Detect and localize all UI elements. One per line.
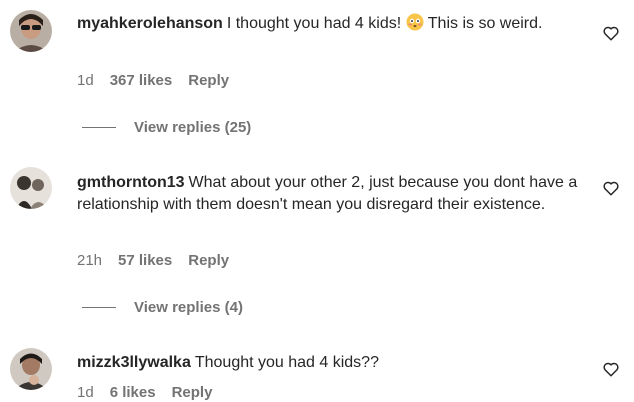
view-replies-button[interactable]: View replies (4) xyxy=(82,299,243,316)
view-replies-button[interactable]: View replies (25) xyxy=(82,119,251,136)
flushed-face-emoji xyxy=(406,13,424,31)
avatar[interactable] xyxy=(10,10,52,52)
timestamp: 1d xyxy=(77,72,94,89)
divider-line xyxy=(82,127,116,128)
avatar[interactable] xyxy=(10,348,52,390)
reply-button[interactable]: Reply xyxy=(172,384,213,401)
username[interactable]: myahkerolehanson xyxy=(77,15,223,32)
comment-meta: 21h 57 likes Reply xyxy=(77,252,229,269)
divider-line xyxy=(82,307,116,308)
comment-text: mizzk3llywalka Thought you had 4 kids?? xyxy=(77,354,379,371)
likes-count[interactable]: 367 likes xyxy=(110,72,173,89)
heart-outline-icon[interactable] xyxy=(602,24,620,42)
reply-button[interactable]: Reply xyxy=(188,252,229,269)
likes-count[interactable]: 57 likes xyxy=(118,252,172,269)
heart-outline-icon[interactable] xyxy=(602,360,620,378)
likes-count[interactable]: 6 likes xyxy=(110,384,156,401)
username[interactable]: mizzk3llywalka xyxy=(77,354,191,371)
username[interactable]: gmthornton13 xyxy=(77,174,185,191)
comment-meta: 1d 367 likes Reply xyxy=(77,72,229,89)
timestamp: 21h xyxy=(77,252,103,269)
heart-outline-icon[interactable] xyxy=(602,179,620,197)
comment-text: gmthornton13 What about your other 2, jus… xyxy=(77,174,578,213)
reply-button[interactable]: Reply xyxy=(188,72,229,89)
comment-text: myahkerolehanson I thought you had 4 kids… xyxy=(77,13,543,32)
timestamp: 1d xyxy=(77,384,94,401)
comment-meta: 1d 6 likes Reply xyxy=(77,384,212,401)
avatar[interactable] xyxy=(10,167,52,209)
